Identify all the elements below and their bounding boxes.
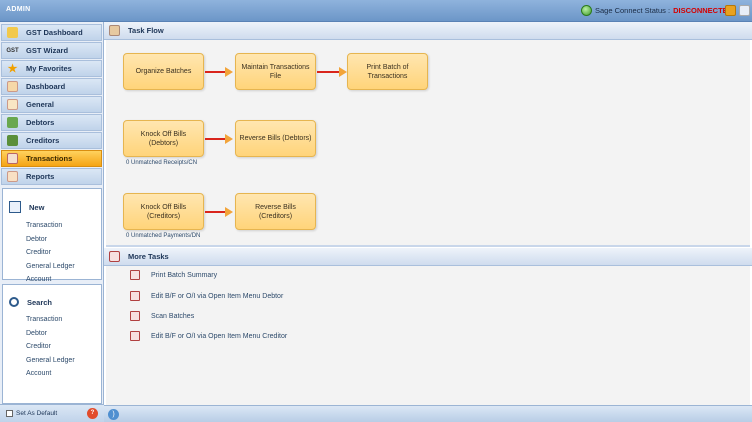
title-bar: ADMIN Sage Connect Status : DISCONNECTED	[0, 0, 752, 22]
sidebar: GST Dashboard GST GST Wizard ★ My Favorite…	[0, 22, 104, 422]
gst-wizard-icon: GST	[6, 47, 19, 54]
flow-arrow	[205, 134, 233, 144]
flow-arrow	[205, 207, 233, 217]
new-panel: New Transaction Debtor Creditor General …	[2, 188, 102, 284]
search-gl-account-link[interactable]: General Ledger Account	[26, 354, 101, 378]
unmatched-payments-note[interactable]: 0 Unmatched Payments/DN	[126, 233, 200, 239]
more-tasks-header: More Tasks	[104, 248, 752, 266]
more-tasks-panel: Print Batch Summary Edit B/F or O/I via …	[106, 266, 750, 405]
more-task-label: Edit B/F or O/I via Open Item Menu Credi…	[151, 332, 288, 340]
new-debtor-link[interactable]: Debtor	[26, 233, 101, 247]
task-flow-header: Task Flow	[104, 22, 752, 40]
dashboard-icon	[7, 81, 18, 92]
search-panel-title: Search	[27, 297, 53, 307]
sidebar-item-transactions[interactable]: Transactions	[1, 150, 102, 167]
new-gl-account-link[interactable]: General Ledger Account	[26, 260, 101, 284]
help-icon[interactable]: ?	[87, 408, 98, 419]
app-title: ADMIN	[6, 6, 31, 13]
print-batch-node[interactable]: Print Batch of Transactions	[347, 53, 428, 90]
general-icon	[7, 99, 18, 110]
search-panel: Search Transaction Debtor Creditor Gener…	[2, 284, 102, 404]
more-tasks-icon	[109, 251, 120, 262]
sage-status-icon	[581, 5, 592, 16]
reverse-creditors-node[interactable]: Reverse Bills (Creditors)	[235, 193, 316, 230]
unmatched-receipts-note[interactable]: 0 Unmatched Receipts/CN	[126, 160, 197, 166]
set-as-default-checkbox[interactable]	[6, 410, 13, 417]
flow-arrow	[317, 67, 347, 77]
main-content: Task Flow Organize Batches Maintain Tran…	[104, 22, 752, 422]
sidebar-item-label: GST Wizard	[26, 46, 69, 55]
sage-connect-status: Sage Connect Status : DISCONNECTED	[581, 5, 733, 16]
settings-icon[interactable]	[739, 5, 750, 16]
search-debtor-link[interactable]: Debtor	[26, 327, 101, 341]
sidebar-item-creditors[interactable]: Creditors	[1, 132, 102, 149]
debtors-icon	[7, 117, 18, 128]
sidebar-item-dashboard[interactable]: Dashboard	[1, 78, 102, 95]
more-task-label: Edit B/F or O/I via Open Item Menu Debto…	[151, 292, 284, 300]
new-panel-title: New	[29, 202, 45, 212]
sidebar-item-label: Reports	[26, 172, 55, 181]
reverse-debtors-node[interactable]: Reverse Bills (Debtors)	[235, 120, 316, 157]
sidebar-item-gst-wizard[interactable]: GST GST Wizard	[1, 42, 102, 59]
sidebar-item-label: Dashboard	[26, 82, 66, 91]
more-task-item[interactable]: Print Batch Summary	[130, 270, 217, 280]
maintain-transactions-node[interactable]: Maintain Transactions File	[235, 53, 316, 90]
new-transaction-link[interactable]: Transaction	[26, 219, 101, 233]
sidebar-footer: Set As Default ?	[0, 404, 104, 422]
task-icon	[130, 311, 140, 321]
task-flow-title: Task Flow	[128, 26, 164, 35]
rss-icon[interactable]: )	[108, 409, 119, 420]
flow-arrow	[205, 67, 233, 77]
task-flow-icon	[109, 25, 120, 36]
more-tasks-title: More Tasks	[128, 252, 169, 261]
sidebar-item-label: Creditors	[26, 136, 60, 145]
search-icon	[9, 297, 19, 307]
organize-batches-node[interactable]: Organize Batches	[123, 53, 204, 90]
sidebar-item-label: Transactions	[26, 154, 73, 163]
task-icon	[130, 331, 140, 341]
reports-icon	[7, 171, 18, 182]
knock-off-creditors-node[interactable]: Knock Off Bills (Creditors)	[123, 193, 204, 230]
sidebar-item-label: My Favorites	[26, 64, 72, 73]
sidebar-item-gst-dashboard[interactable]: GST Dashboard	[1, 24, 102, 41]
mail-icon[interactable]	[725, 5, 736, 16]
transactions-icon	[7, 153, 18, 164]
task-icon	[130, 270, 140, 280]
more-task-label: Print Batch Summary	[151, 271, 218, 279]
star-icon: ★	[7, 63, 18, 75]
set-as-default-label: Set As Default	[16, 410, 58, 417]
search-transaction-link[interactable]: Transaction	[26, 313, 101, 327]
task-flow-panel: Organize Batches Maintain Transactions F…	[106, 40, 750, 247]
sidebar-item-reports[interactable]: Reports	[1, 168, 102, 185]
task-icon	[130, 291, 140, 301]
more-task-item[interactable]: Edit B/F or O/I via Open Item Menu Debto…	[130, 291, 283, 301]
more-task-label: Scan Batches	[151, 312, 195, 320]
search-creditor-link[interactable]: Creditor	[26, 340, 101, 354]
main-footer: )	[104, 405, 752, 422]
sidebar-item-label: Debtors	[26, 118, 55, 127]
creditors-icon	[7, 135, 18, 146]
sage-status-label: Sage Connect Status :	[595, 6, 671, 15]
more-task-item[interactable]: Edit B/F or O/I via Open Item Menu Credi…	[130, 331, 287, 341]
knock-off-debtors-node[interactable]: Knock Off Bills (Debtors)	[123, 120, 204, 157]
new-icon	[9, 201, 21, 213]
sidebar-item-label: GST Dashboard	[26, 28, 83, 37]
sidebar-item-label: General	[26, 100, 54, 109]
sidebar-item-general[interactable]: General	[1, 96, 102, 113]
sidebar-item-my-favorites[interactable]: ★ My Favorites	[1, 60, 102, 77]
sidebar-item-debtors[interactable]: Debtors	[1, 114, 102, 131]
new-creditor-link[interactable]: Creditor	[26, 246, 101, 260]
gst-dashboard-icon	[7, 27, 18, 38]
more-task-item[interactable]: Scan Batches	[130, 311, 194, 321]
